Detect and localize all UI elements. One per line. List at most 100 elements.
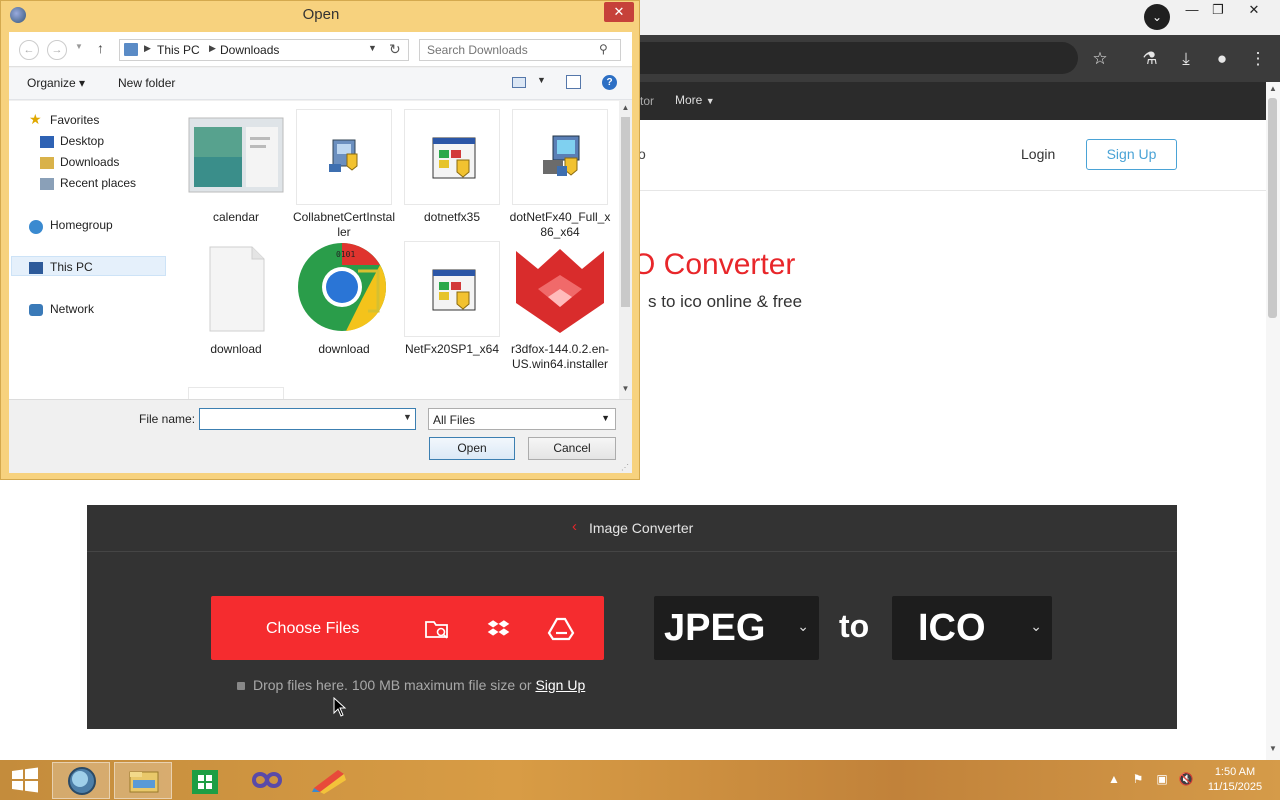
dialog-body: ← → ▼ ↑ ▶ This PC ▶ Downloads ▼ ↻ ⚲ Orga… xyxy=(9,32,632,473)
address-bar[interactable] xyxy=(600,42,1078,74)
navigation-pane: ★ Favorites Desktop Downloads Recent pla… xyxy=(9,101,177,399)
nav-thispc[interactable]: This PC xyxy=(50,260,93,274)
drop-signup-link[interactable]: Sign Up xyxy=(535,677,585,693)
tab-search-button[interactable]: ⌄ xyxy=(1144,4,1170,30)
scroll-down-arrow[interactable]: ▼ xyxy=(619,384,632,393)
dropbox-icon[interactable] xyxy=(485,614,513,642)
download-icon[interactable]: ⤓ xyxy=(1175,48,1197,70)
breadcrumb-arrow-icon[interactable]: ▶ xyxy=(144,43,151,54)
from-format-select[interactable]: JPEG ⌄ xyxy=(654,596,819,660)
google-drive-icon[interactable] xyxy=(547,614,575,642)
search-input[interactable] xyxy=(419,39,621,61)
bookmark-star-icon[interactable]: ☆ xyxy=(1089,48,1111,70)
labs-flask-icon[interactable]: ⚗ xyxy=(1139,48,1161,70)
show-hidden-icons-icon[interactable]: ▲ xyxy=(1106,772,1122,788)
file-item-partial[interactable] xyxy=(188,387,284,399)
volume-muted-icon[interactable]: 🔇 xyxy=(1178,772,1194,788)
store-icon xyxy=(192,770,218,794)
breadcrumb-downloads[interactable]: Downloads xyxy=(220,43,279,57)
hero-subtitle: s to ico online & free xyxy=(648,292,803,311)
search-icon[interactable]: ⚲ xyxy=(599,42,608,56)
file-list-scrollbar[interactable]: ▲ ▼ xyxy=(619,101,632,399)
taskbar-app-paint[interactable] xyxy=(300,762,358,799)
file-type-select[interactable]: All Files ▼ xyxy=(428,408,616,430)
file-name: NetFx20SP1_x64 xyxy=(404,342,500,356)
converter-header-label[interactable]: Image Converter xyxy=(589,520,693,536)
chevron-down-icon: ⌄ xyxy=(797,618,809,634)
image-thumbnail xyxy=(188,109,284,205)
taskbar-app-file-explorer[interactable] xyxy=(114,762,172,799)
taskbar-clock[interactable]: 1:50 AM 11/15/2025 xyxy=(1200,765,1270,795)
change-view-icon[interactable] xyxy=(512,77,526,88)
action-center-flag-icon[interactable]: ⚑ xyxy=(1130,772,1146,788)
up-arrow-icon[interactable]: ↑ xyxy=(97,40,104,56)
open-button[interactable]: Open xyxy=(429,437,515,460)
dialog-close-button[interactable]: ✕ xyxy=(604,2,634,22)
scroll-thumb[interactable] xyxy=(1268,98,1277,318)
back-chevron-icon[interactable]: ‹ xyxy=(572,518,577,535)
refresh-icon[interactable]: ↻ xyxy=(389,41,401,58)
drop-hint: Drop files here. 100 MB maximum file siz… xyxy=(237,677,585,693)
drop-hint-text: Drop files here. 100 MB maximum file siz… xyxy=(253,677,536,693)
infinity-app-icon xyxy=(251,772,283,788)
resize-grip-icon[interactable]: ⋰ xyxy=(621,463,629,472)
nav-network[interactable]: Network xyxy=(50,302,94,316)
forward-arrow-icon[interactable]: → xyxy=(47,40,67,60)
scroll-up-arrow[interactable]: ▲ xyxy=(1266,84,1280,96)
folder-search-icon[interactable] xyxy=(423,614,451,642)
paint-palette-icon xyxy=(312,770,346,794)
nav-favorites[interactable]: Favorites xyxy=(50,113,99,127)
nav-recent-places[interactable]: Recent places xyxy=(60,176,136,190)
chevron-down-icon[interactable]: ▼ xyxy=(537,75,546,85)
organize-menu[interactable]: Organize ▾ xyxy=(27,76,85,90)
chevron-down-icon[interactable]: ▼ xyxy=(403,412,412,422)
breadcrumb[interactable]: ▶ This PC ▶ Downloads ▼ ↻ xyxy=(119,39,409,61)
scroll-up-arrow[interactable]: ▲ xyxy=(619,103,632,112)
command-bar: Organize ▾ New folder ▼ ? xyxy=(9,68,632,100)
nav-desktop[interactable]: Desktop xyxy=(60,134,104,148)
taskbar-app-store[interactable] xyxy=(176,762,234,799)
clock-date: 11/15/2025 xyxy=(1207,781,1263,793)
scroll-down-arrow[interactable]: ▼ xyxy=(1266,744,1280,756)
help-icon[interactable]: ? xyxy=(602,75,617,90)
taskbar-app-visual-studio[interactable] xyxy=(238,762,296,799)
nav-more-menu[interactable]: More ▼ xyxy=(675,93,715,107)
converter-panel: ‹ Image Converter Choose Files JPEG ⌄ to… xyxy=(87,505,1177,729)
nav-downloads[interactable]: Downloads xyxy=(60,155,119,169)
to-format-select[interactable]: ICO ⌄ xyxy=(892,596,1052,660)
menu-kebab-icon[interactable]: ⋮ xyxy=(1247,48,1269,70)
scroll-thumb[interactable] xyxy=(621,117,630,307)
file-name-input[interactable] xyxy=(199,408,416,430)
new-folder-button[interactable]: New folder xyxy=(118,76,175,90)
close-window-button[interactable]: ✕ xyxy=(1236,0,1272,22)
chevron-down-icon[interactable]: ▼ xyxy=(368,43,377,53)
profile-icon[interactable]: ● xyxy=(1211,48,1233,70)
file-name: dotNetFx40_Full_x86_x64 xyxy=(509,210,611,239)
computer-icon xyxy=(29,262,43,274)
nav-item[interactable]: tor xyxy=(640,94,654,108)
file-name: download xyxy=(210,342,262,356)
preview-pane-icon[interactable] xyxy=(566,75,581,89)
r3dfox-icon xyxy=(512,241,608,337)
nav-homegroup[interactable]: Homegroup xyxy=(50,218,113,232)
windows-logo-icon xyxy=(12,767,38,793)
address-row: ← → ▼ ↑ ▶ This PC ▶ Downloads ▼ ↻ ⚲ xyxy=(9,32,632,67)
start-button[interactable] xyxy=(10,766,40,794)
open-file-dialog: Open ✕ ← → ▼ ↑ ▶ This PC ▶ Downloads ▼ ↻… xyxy=(0,0,640,480)
taskbar-app-browser[interactable] xyxy=(52,762,110,799)
breadcrumb-thispc[interactable]: This PC xyxy=(157,43,200,57)
signup-button[interactable]: Sign Up xyxy=(1086,139,1177,170)
login-link[interactable]: Login xyxy=(1021,146,1055,162)
recent-locations-chevron-icon[interactable]: ▼ xyxy=(75,42,83,51)
chevron-down-icon: ⌄ xyxy=(1030,618,1042,634)
browser-globe-icon xyxy=(68,767,96,795)
installer-icon xyxy=(296,109,392,205)
network-status-icon[interactable]: ▣ xyxy=(1154,772,1170,788)
cancel-button[interactable]: Cancel xyxy=(528,437,616,460)
choose-files-button[interactable]: Choose Files xyxy=(211,596,604,660)
chevron-down-icon: ▼ xyxy=(705,96,715,106)
nav-more-label: More xyxy=(675,93,703,107)
breadcrumb-arrow-icon[interactable]: ▶ xyxy=(209,43,216,54)
restore-button[interactable]: ❐ xyxy=(1200,0,1236,22)
back-arrow-icon[interactable]: ← xyxy=(19,40,39,60)
